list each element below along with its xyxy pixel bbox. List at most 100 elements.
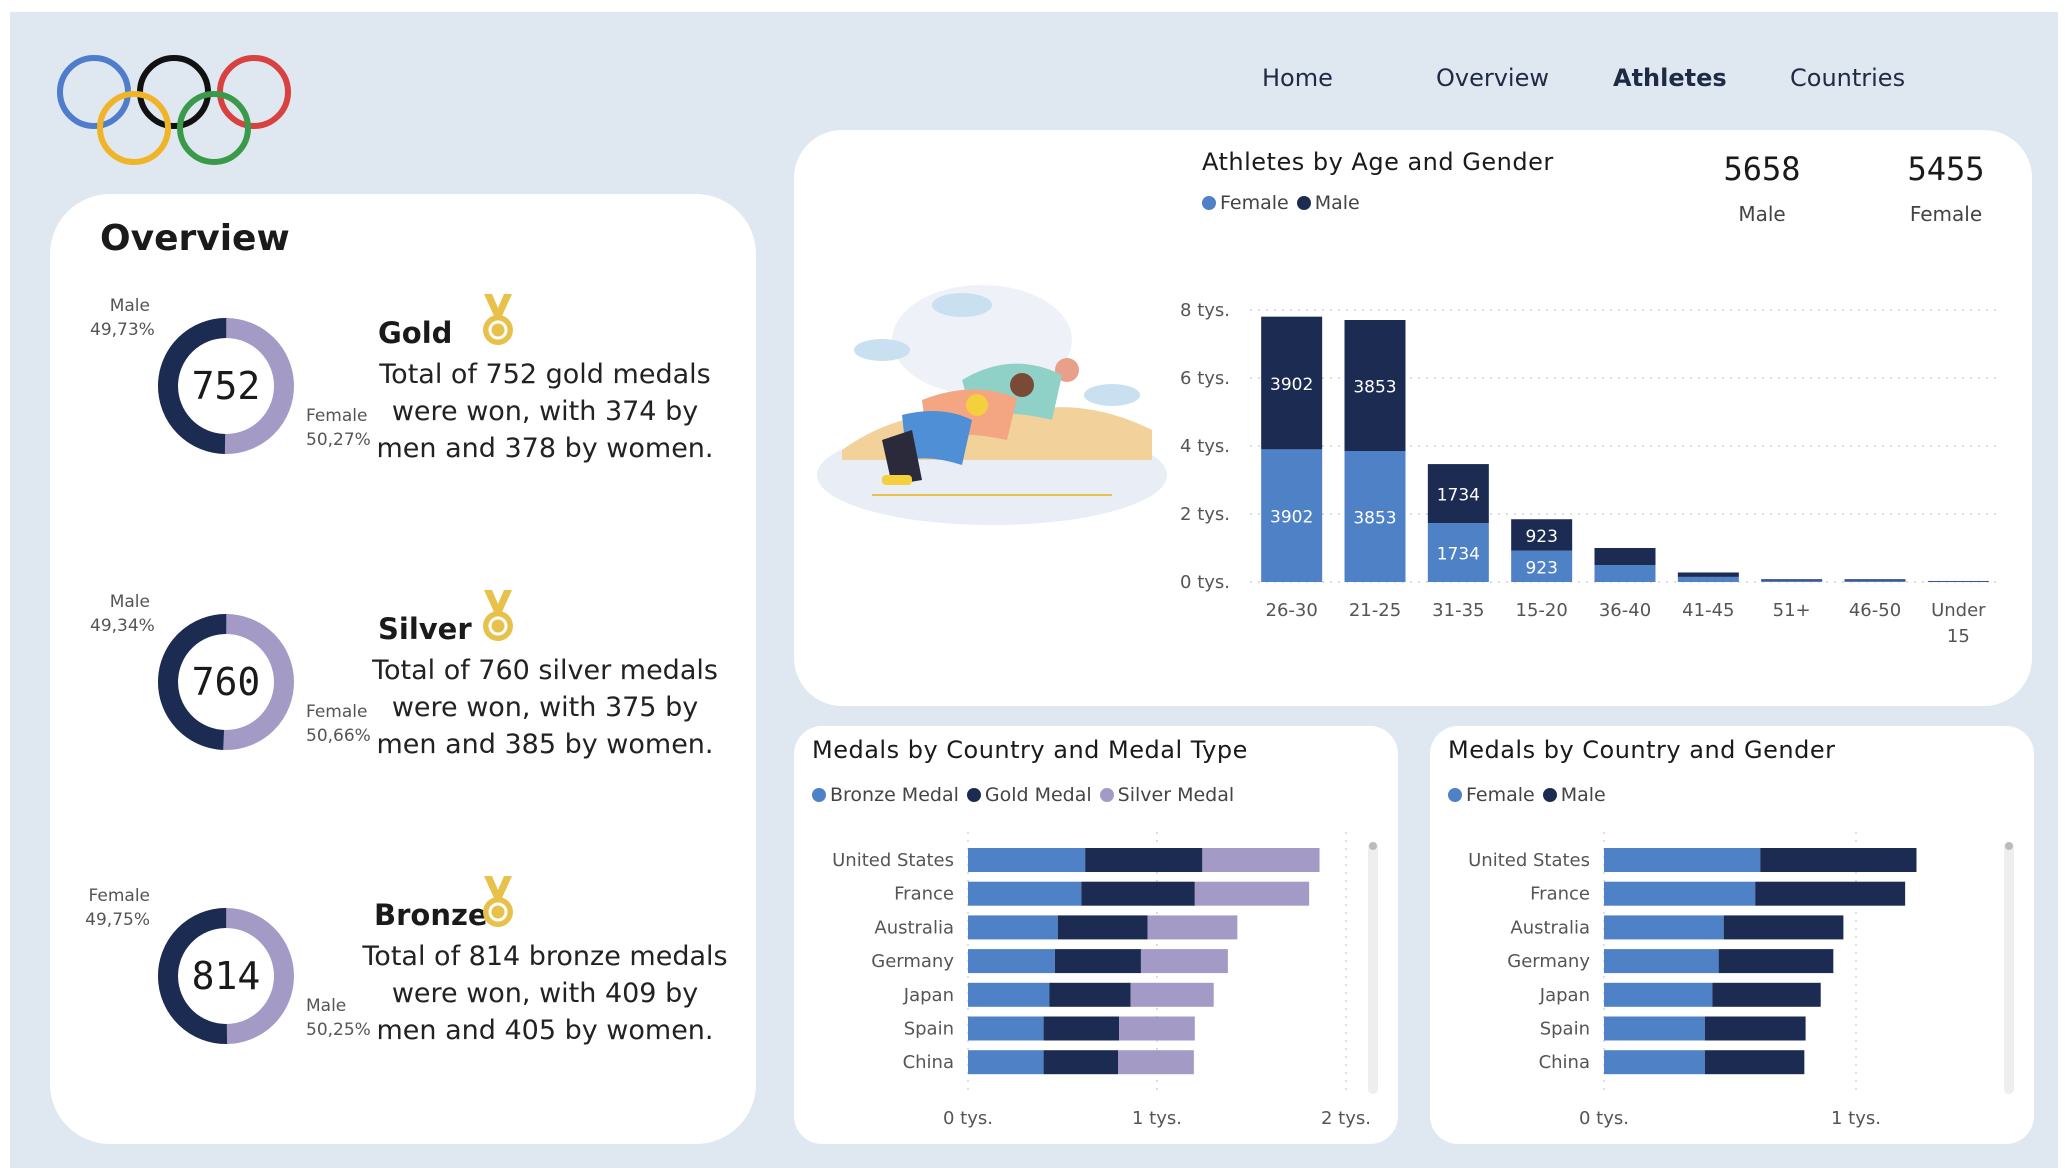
bar-segment <box>1604 881 1756 906</box>
data-label-female: 923 <box>1525 558 1557 578</box>
data-label-male: 1734 <box>1437 486 1480 506</box>
country-label: Germany <box>871 951 954 972</box>
bar-female <box>1594 565 1656 582</box>
bar-male <box>1677 572 1739 577</box>
bar-female <box>1927 581 1989 582</box>
data-label-male: 923 <box>1525 527 1557 547</box>
bar-segment <box>968 982 1050 1007</box>
scrollbar-thumb <box>2005 842 2013 850</box>
country-label: China <box>903 1052 954 1073</box>
bar-male <box>1594 548 1656 565</box>
x-tick-label: 2 tys. <box>1321 1108 1371 1129</box>
country-label: Spain <box>904 1019 954 1040</box>
y-tick-label: 6 tys. <box>1180 368 1230 389</box>
data-label-female: 3902 <box>1270 508 1313 528</box>
bar-segment <box>1760 848 1917 872</box>
dashboard-canvas: Home Overview Athletes Countries Overvie… <box>10 12 2058 1168</box>
bar-segment <box>1712 982 1821 1007</box>
bar-segment <box>1718 949 1834 974</box>
bar-female <box>1677 576 1739 582</box>
nav-countries[interactable]: Countries <box>1790 64 1905 92</box>
x-tick-label: 0 tys. <box>943 1108 993 1129</box>
legend-gold: Gold Medal <box>966 784 1092 806</box>
bar-segment <box>1118 1050 1194 1075</box>
gold-medal-block: 752 Male 49,73% Female 50,27% Gold Total o… <box>50 294 756 494</box>
country-label: France <box>1530 884 1590 905</box>
x-tick-label: 46-50 <box>1849 600 1901 621</box>
x-tick-label: 21-25 <box>1349 600 1401 621</box>
bar-segment <box>1085 848 1203 872</box>
bar-segment <box>1140 949 1228 974</box>
bar-segment <box>968 949 1055 974</box>
legend-male: Male <box>1296 192 1360 214</box>
medals-type-chart: 0 tys. 1 tys. 2 tys. United States France Aus… <box>832 832 1378 1129</box>
legend-silver: Silver Medal <box>1099 784 1234 806</box>
gold-label-top: Male 49,73% <box>90 296 155 340</box>
x-tick-label: 41-45 <box>1682 600 1734 621</box>
x-tick-label: 15-20 <box>1516 600 1568 621</box>
bar-segment <box>1043 1050 1119 1075</box>
bar-segment <box>1043 1016 1120 1041</box>
bar-male <box>1761 579 1823 581</box>
data-label-female: 3853 <box>1353 508 1396 528</box>
y-tick-label: 0 tys. <box>1180 572 1230 593</box>
country-label: Japan <box>903 985 954 1006</box>
athletes-chart-title: Athletes by Age and Gender <box>1202 148 1554 176</box>
sprinters-illustration <box>817 285 1167 525</box>
bar-segment <box>1057 915 1148 940</box>
data-label-male: 3902 <box>1270 375 1313 395</box>
medals-gender-chart-title: Medals by Country and Gender <box>1448 736 1836 764</box>
country-label: France <box>894 884 954 905</box>
gold-total: 752 <box>191 364 261 408</box>
olympic-rings-logo <box>57 55 291 165</box>
bar-segment <box>1119 1016 1195 1041</box>
bronze-medal-block: 814 Female 49,75% Male 50,25% Bronze Total… <box>50 876 756 1084</box>
country-label: Germany <box>1507 951 1590 972</box>
medals-gender-chart: 0 tys. 1 tys. United States France Australia… <box>1468 832 2014 1129</box>
medals-gender-card: Medals by Country and Gender Female Male… <box>1430 726 2034 1144</box>
data-label-male: 3853 <box>1353 377 1396 397</box>
bronze-medal-icon <box>483 876 513 927</box>
kpi-female-label: Female <box>1909 202 1983 226</box>
nav-overview[interactable]: Overview <box>1436 64 1549 92</box>
bar-segment <box>1130 982 1214 1007</box>
silver-medal-description: Total of 760 silver medals were won, wit… <box>372 655 718 760</box>
bar-segment <box>968 915 1058 940</box>
silver-medal-name: Silver <box>378 612 472 646</box>
bar-segment <box>1723 915 1844 940</box>
bar-segment <box>1604 848 1761 872</box>
bar-segment <box>1604 982 1713 1007</box>
bar-segment <box>1081 881 1195 906</box>
country-label: United States <box>832 850 954 871</box>
silver-total: 760 <box>191 660 261 704</box>
x-tick-label: 26-30 <box>1266 600 1318 621</box>
country-label: United States <box>1468 850 1590 871</box>
bar-segment <box>1054 949 1141 974</box>
bar-segment <box>968 848 1086 872</box>
legend-male-2: Male <box>1542 784 1606 806</box>
y-tick-label: 2 tys. <box>1180 504 1230 525</box>
bar-segment <box>1604 949 1719 974</box>
x-tick-label: 1 tys. <box>1831 1108 1881 1129</box>
overview-title: Overview <box>100 218 290 259</box>
bar-segment <box>1604 1050 1705 1075</box>
athletes-age-gender-chart: 0 tys. 2 tys. 4 tys. 6 tys. 8 tys. 3902 3902 26… <box>1180 300 2000 647</box>
scrollbar-thumb <box>1369 842 1377 850</box>
bar-segment <box>968 881 1082 906</box>
bar-segment <box>1202 848 1320 872</box>
nav-home[interactable]: Home <box>1262 64 1333 92</box>
country-label: Australia <box>1510 917 1590 938</box>
x-tick-label: 51+ <box>1773 600 1811 621</box>
country-label: Japan <box>1539 985 1590 1006</box>
bar-segment <box>1755 881 1906 906</box>
bar-male <box>1844 579 1906 581</box>
bar-male <box>1927 580 1989 582</box>
top-navigation: Home Overview Athletes Countries <box>1230 64 1930 108</box>
x-tick-label: 15 <box>1947 626 1970 647</box>
bronze-medal-name: Bronze <box>374 898 488 932</box>
medals-type-card: Medals by Country and Medal Type Bronze … <box>794 726 1398 1144</box>
bar-segment <box>968 1016 1044 1041</box>
x-tick-label: 0 tys. <box>1579 1108 1629 1129</box>
y-tick-label: 8 tys. <box>1180 300 1230 321</box>
nav-athletes[interactable]: Athletes <box>1613 64 1727 92</box>
